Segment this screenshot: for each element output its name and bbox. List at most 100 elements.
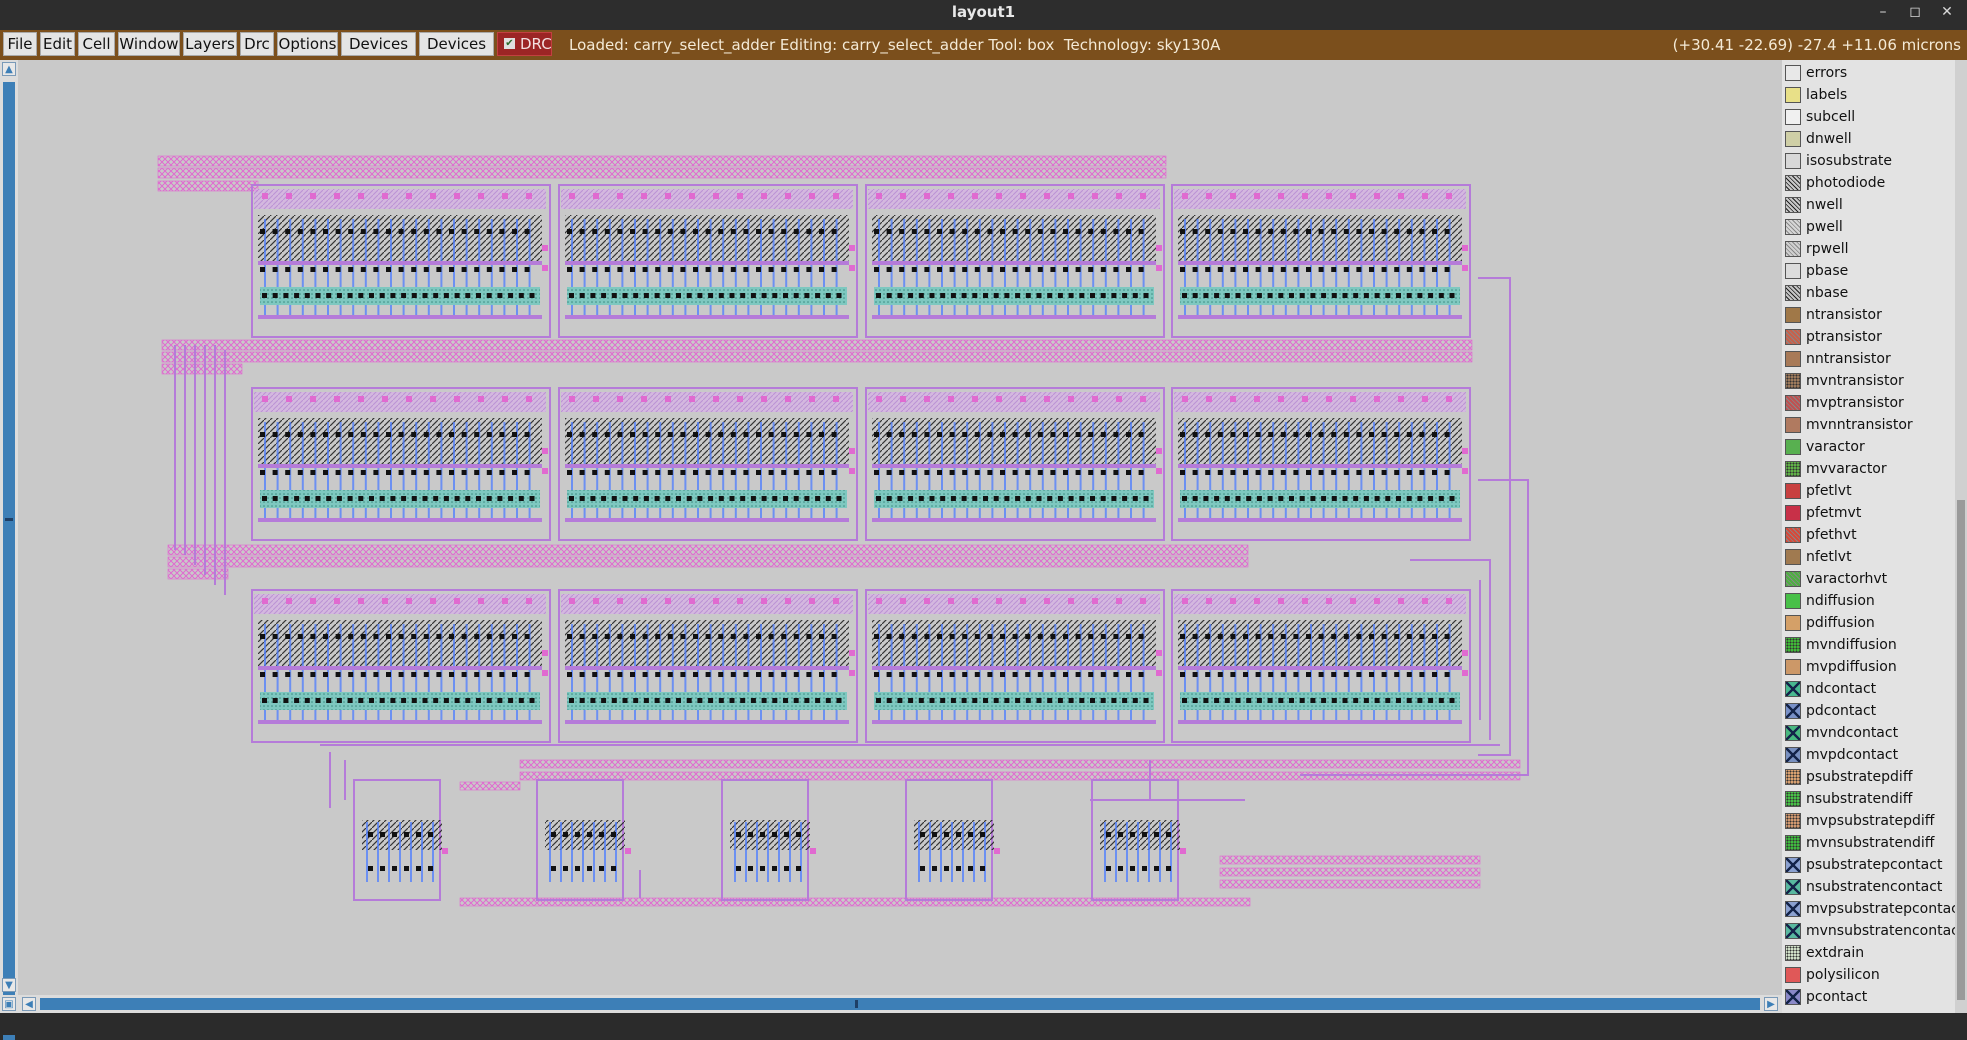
contact xyxy=(411,672,417,677)
contact xyxy=(1154,832,1159,837)
layer-item-mvndcontact[interactable]: mvndcontact xyxy=(1782,722,1955,744)
layer-item-varactorhvt[interactable]: varactorhvt xyxy=(1782,568,1955,590)
layer-item-nsubstratendiff[interactable]: nsubstratendiff xyxy=(1782,788,1955,810)
pin-marker xyxy=(542,670,548,676)
layer-item-mvnntransistor[interactable]: mvnntransistor xyxy=(1782,414,1955,436)
layer-item-ndcontact[interactable]: ndcontact xyxy=(1782,678,1955,700)
pin-marker xyxy=(542,650,548,656)
drc-checkbox[interactable]: ✔ xyxy=(504,38,515,49)
menu-window[interactable]: Window xyxy=(118,32,180,56)
vertical-scrollbar[interactable]: ▲ ▼ xyxy=(0,60,18,1040)
layer-item-varactor[interactable]: varactor xyxy=(1782,436,1955,458)
layer-item-mvpsubstratepcontact[interactable]: mvpsubstratepcontact xyxy=(1782,898,1955,920)
layer-item-mvpdcontact[interactable]: mvpdcontact xyxy=(1782,744,1955,766)
layer-item-mvptransistor[interactable]: mvptransistor xyxy=(1782,392,1955,414)
layer-item-pdiffusion[interactable]: pdiffusion xyxy=(1782,612,1955,634)
pin-marker xyxy=(1326,396,1332,402)
layer-item-labels[interactable]: labels xyxy=(1782,84,1955,106)
layer-item-polysilicon[interactable]: polysilicon xyxy=(1782,964,1955,986)
layer-item-pfetlvt[interactable]: pfetlvt xyxy=(1782,480,1955,502)
layout-canvas[interactable] xyxy=(18,60,1782,995)
layer-item-mvpsubstratepdiff[interactable]: mvpsubstratepdiff xyxy=(1782,810,1955,832)
maximize-icon[interactable]: ◻ xyxy=(1904,2,1926,22)
contact xyxy=(1079,496,1085,501)
contact xyxy=(486,672,492,677)
layer-item-subcell[interactable]: subcell xyxy=(1782,106,1955,128)
contact xyxy=(962,267,968,272)
layer-item-rpwell[interactable]: rpwell xyxy=(1782,238,1955,260)
layer-panel-scroll-thumb[interactable] xyxy=(1957,500,1965,1000)
menu-devices-1[interactable]: Devices 1 xyxy=(341,32,416,75)
menu-file[interactable]: File xyxy=(3,32,37,56)
close-icon[interactable]: ✕ xyxy=(1936,2,1958,22)
layer-panel-scrollbar[interactable] xyxy=(1955,60,1967,1013)
layer-item-pdcontact[interactable]: pdcontact xyxy=(1782,700,1955,722)
layer-item-ntransistor[interactable]: ntransistor xyxy=(1782,304,1955,326)
contact xyxy=(304,496,310,501)
layer-item-nntransistor[interactable]: nntransistor xyxy=(1782,348,1955,370)
menu-drc[interactable]: Drc xyxy=(240,32,274,56)
layer-item-mvnsubstratencontact[interactable]: mvnsubstratencontact xyxy=(1782,920,1955,942)
layer-item-pcontact[interactable]: pcontact xyxy=(1782,986,1955,1008)
layer-item-extdrain[interactable]: extdrain xyxy=(1782,942,1955,964)
layer-item-nsubstratencontact[interactable]: nsubstratencontact xyxy=(1782,876,1955,898)
zoom-box-icon[interactable]: ▣ xyxy=(2,997,16,1011)
horizontal-scroll-track[interactable] xyxy=(40,998,1760,1010)
layer-item-errors[interactable]: errors xyxy=(1782,62,1955,84)
layer-item-nbase[interactable]: nbase xyxy=(1782,282,1955,304)
horizontal-scrollbar[interactable]: ▣ ◀ ▶ xyxy=(0,995,1782,1013)
contact xyxy=(1306,229,1311,234)
horizontal-scroll-thumb[interactable] xyxy=(855,1000,858,1008)
contact xyxy=(310,470,316,475)
menu-devices-2[interactable]: Devices 2 xyxy=(419,32,494,75)
contact xyxy=(768,432,774,437)
contact xyxy=(326,698,332,703)
contact xyxy=(1143,496,1149,501)
contact xyxy=(1369,267,1374,272)
menu-layers[interactable]: Layers xyxy=(183,32,237,56)
pin-marker xyxy=(430,396,436,402)
layer-item-dnwell[interactable]: dnwell xyxy=(1782,128,1955,150)
layer-item-mvndiffusion[interactable]: mvndiffusion xyxy=(1782,634,1955,656)
layer-item-pbase[interactable]: pbase xyxy=(1782,260,1955,282)
metal1-strap xyxy=(872,315,1156,319)
contact xyxy=(831,229,837,234)
layer-item-nwell[interactable]: nwell xyxy=(1782,194,1955,216)
layer-item-mvntransistor[interactable]: mvntransistor xyxy=(1782,370,1955,392)
vertical-scroll-thumb[interactable] xyxy=(5,518,13,521)
drc-toggle[interactable]: ✔ DRC xyxy=(497,32,552,56)
layer-item-mvvaractor[interactable]: mvvaractor xyxy=(1782,458,1955,480)
contact xyxy=(642,229,648,234)
menu-cell[interactable]: Cell xyxy=(78,32,115,56)
contact xyxy=(348,432,354,437)
vertical-scroll-track[interactable] xyxy=(3,82,15,1040)
layer-item-mvnsubstratendiff[interactable]: mvnsubstratendiff xyxy=(1782,832,1955,854)
menu-options[interactable]: Options xyxy=(277,32,338,56)
layer-item-psubstratepdiff[interactable]: psubstratepdiff xyxy=(1782,766,1955,788)
layer-item-pwell[interactable]: pwell xyxy=(1782,216,1955,238)
layer-item-pfetmvt[interactable]: pfetmvt xyxy=(1782,502,1955,524)
layer-item-nfetlvt[interactable]: nfetlvt xyxy=(1782,546,1955,568)
layout-drawing[interactable] xyxy=(18,60,1782,995)
layer-item-ndiffusion[interactable]: ndiffusion xyxy=(1782,590,1955,612)
contact xyxy=(1203,698,1209,703)
menu-edit[interactable]: Edit xyxy=(40,32,75,56)
layer-swatch-icon xyxy=(1785,505,1801,521)
contact xyxy=(499,634,505,639)
scroll-right-icon[interactable]: ▶ xyxy=(1764,997,1778,1011)
contact xyxy=(563,866,568,871)
scroll-down-icon[interactable]: ▼ xyxy=(2,978,16,992)
contact xyxy=(642,634,648,639)
scroll-up-icon[interactable]: ▲ xyxy=(2,62,16,76)
contact xyxy=(1268,432,1274,437)
layer-item-isosubstrate[interactable]: isosubstrate xyxy=(1782,150,1955,172)
layer-item-photodiode[interactable]: photodiode xyxy=(1782,172,1955,194)
scroll-left-icon[interactable]: ◀ xyxy=(22,997,36,1011)
contact xyxy=(1182,698,1187,703)
layer-item-pfethvt[interactable]: pfethvt xyxy=(1782,524,1955,546)
layer-item-mvpdiffusion[interactable]: mvpdiffusion xyxy=(1782,656,1955,678)
layer-item-psubstratepcontact[interactable]: psubstratepcontact xyxy=(1782,854,1955,876)
minimize-icon[interactable]: – xyxy=(1872,2,1894,22)
layer-item-ptransistor[interactable]: ptransistor xyxy=(1782,326,1955,348)
metal1-strap xyxy=(1178,666,1462,670)
